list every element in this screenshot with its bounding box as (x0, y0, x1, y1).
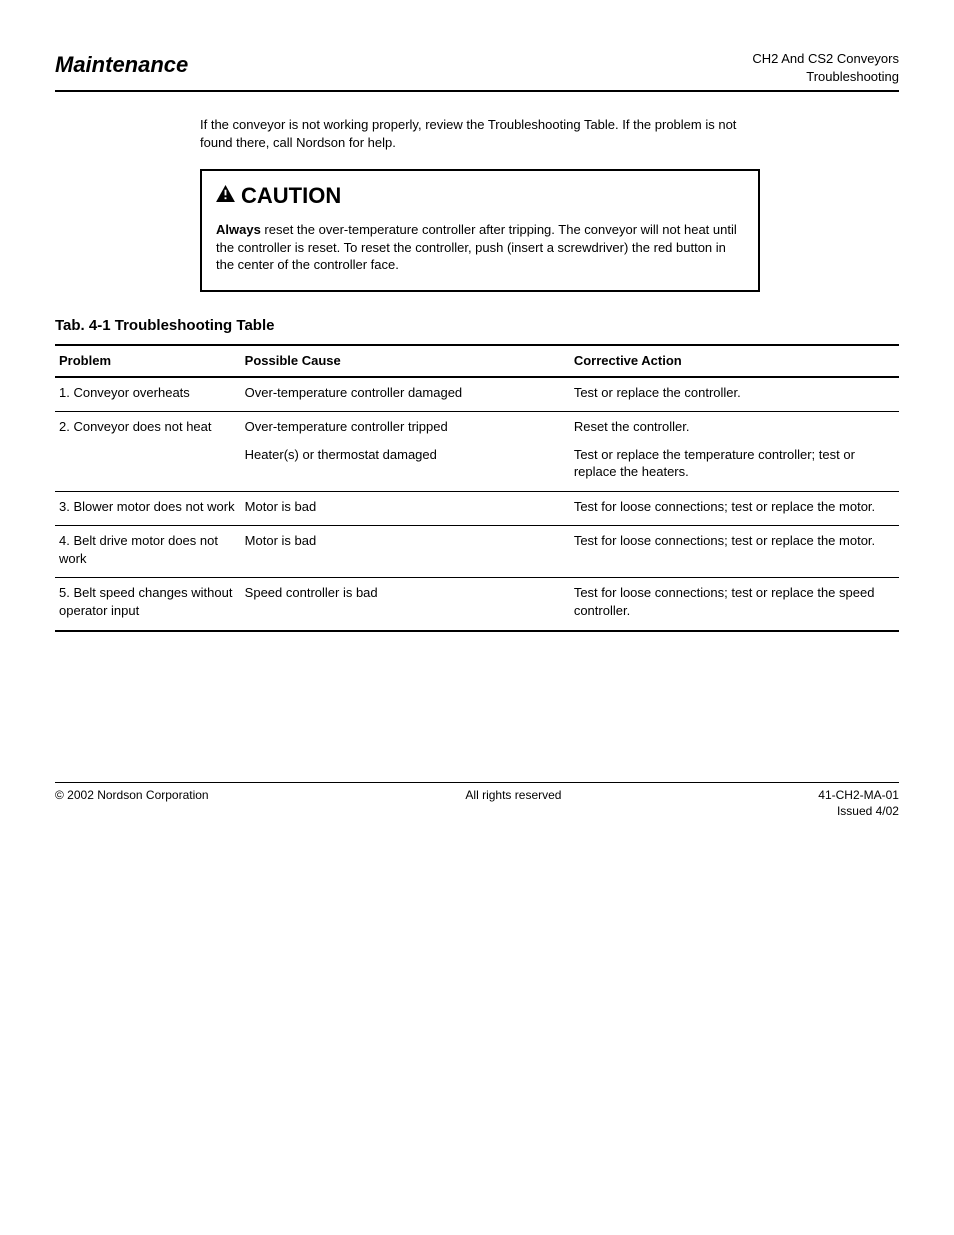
caution-strong: Always (216, 222, 261, 237)
header-product: CH2 And CS2 Conveyors (752, 50, 899, 68)
footer-doc-id: 41-CH2-MA-01 (818, 787, 899, 803)
cell-cause: Over-temperature controller tripped Heat… (241, 412, 570, 492)
troubleshooting-table: Problem Possible Cause Corrective Action… (55, 344, 899, 631)
warning-icon (216, 185, 235, 202)
cell-cause: Motor is bad (241, 526, 570, 578)
cell-problem: 1. Conveyor overheats (55, 377, 241, 412)
caution-title-row: CAUTION (216, 181, 744, 211)
header-title: Maintenance (55, 50, 188, 80)
footer-right: 41-CH2-MA-01 Issued 4/02 (818, 787, 899, 819)
cell-cause: Over-temperature controller damaged (241, 377, 570, 412)
table-row: 1. Conveyor overheats Over-temperature c… (55, 377, 899, 412)
cell-problem: 2. Conveyor does not heat (55, 412, 241, 492)
table-row: 3. Blower motor does not work Motor is b… (55, 491, 899, 526)
caution-box: CAUTION Always reset the over-temperatur… (200, 169, 760, 291)
table-row: 4. Belt drive motor does not work Motor … (55, 526, 899, 578)
header-section: Troubleshooting (752, 68, 899, 86)
caution-body: Always reset the over-temperature contro… (216, 221, 744, 274)
page-header: Maintenance CH2 And CS2 Conveyors Troubl… (55, 50, 899, 92)
table-header-row: Problem Possible Cause Corrective Action (55, 345, 899, 377)
table-row: 5. Belt speed changes without operator i… (55, 578, 899, 631)
caution-label: CAUTION (241, 181, 341, 211)
footer-left: © 2002 Nordson Corporation (55, 787, 209, 819)
page-footer: © 2002 Nordson Corporation All rights re… (55, 782, 899, 819)
intro-paragraph: If the conveyor is not working properly,… (200, 116, 760, 151)
cell-action: Test for loose connections; test or repl… (570, 491, 899, 526)
cell-problem: 3. Blower motor does not work (55, 491, 241, 526)
col-header-cause: Possible Cause (241, 345, 570, 377)
cell-cause: Speed controller is bad (241, 578, 570, 631)
cell-problem: 4. Belt drive motor does not work (55, 526, 241, 578)
cell-cause: Motor is bad (241, 491, 570, 526)
cell-action: Reset the controller. Test or replace th… (570, 412, 899, 492)
cell-action: Test for loose connections; test or repl… (570, 578, 899, 631)
col-header-problem: Problem (55, 345, 241, 377)
footer-issued: Issued 4/02 (818, 803, 899, 819)
cell-action: Test for loose connections; test or repl… (570, 526, 899, 578)
footer-center: All rights reserved (465, 787, 561, 819)
table-caption: Tab. 4-1 Troubleshooting Table (55, 316, 899, 336)
col-header-action: Corrective Action (570, 345, 899, 377)
caution-text: reset the over-temperature controller af… (216, 222, 737, 272)
cell-action: Test or replace the controller. (570, 377, 899, 412)
table-row: 2. Conveyor does not heat Over-temperatu… (55, 412, 899, 492)
header-right: CH2 And CS2 Conveyors Troubleshooting (752, 50, 899, 86)
cell-problem: 5. Belt speed changes without operator i… (55, 578, 241, 631)
